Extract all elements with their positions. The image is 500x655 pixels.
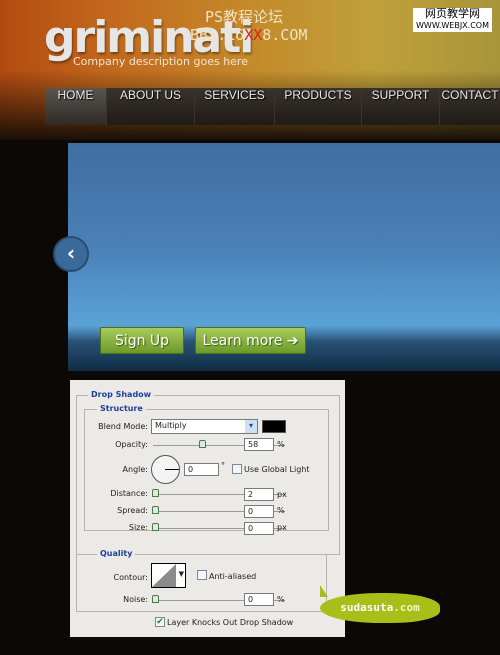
angle-label: Angle: xyxy=(122,465,148,474)
sticker-domain: .com xyxy=(393,601,420,614)
nav-services[interactable]: SERVICES xyxy=(195,88,275,125)
contour-label: Contour: xyxy=(113,573,149,582)
dialog-title: Drop Shadow xyxy=(88,390,155,399)
size-label: Size: xyxy=(128,523,148,532)
angle-dial[interactable] xyxy=(151,455,180,484)
drop-shadow-dialog: Drop Shadow Structure Blend Mode: Multip… xyxy=(70,380,345,637)
blend-mode-value: Multiply xyxy=(155,421,187,430)
structure-heading: Structure xyxy=(97,404,146,413)
angle-unit: ° xyxy=(221,461,225,470)
watermark-url: BBS.16XX8.COM xyxy=(190,26,307,44)
noise-label: Noise: xyxy=(123,595,148,604)
knockout-checkbox[interactable]: ✔ xyxy=(155,617,165,627)
arrow-right-icon: ➔ xyxy=(286,333,299,349)
blend-mode-label: Blend Mode: xyxy=(98,422,148,431)
spread-slider-handle[interactable] xyxy=(152,506,159,514)
nav-about-us[interactable]: ABOUT US xyxy=(107,88,195,125)
watermark-right-title: 网页教学网 xyxy=(425,7,480,20)
nav-products[interactable]: PRODUCTS xyxy=(275,88,362,125)
learn-more-button[interactable]: Learn more ➔ xyxy=(195,327,306,354)
nav-contact[interactable]: CONTACT xyxy=(440,88,500,125)
distance-slider-handle[interactable] xyxy=(152,489,159,497)
watermark-right-url: WWW.WEBJX.COM xyxy=(416,21,489,30)
distance-label: Distance: xyxy=(110,489,148,498)
distance-unit: px xyxy=(277,490,287,499)
quality-heading: Quality xyxy=(97,549,136,558)
angle-input[interactable]: 0 xyxy=(184,463,219,476)
spread-label: Spread: xyxy=(117,506,148,515)
watermark: PS教程论坛 xyxy=(205,8,284,26)
noise-unit: % xyxy=(277,595,285,604)
size-slider-handle[interactable] xyxy=(152,523,159,531)
sudasuta-logo: sudasuta.com xyxy=(320,585,440,623)
watermark-part: XX xyxy=(244,26,263,44)
contour-picker[interactable]: ▼ xyxy=(151,563,186,588)
contour-preview-icon xyxy=(152,564,176,587)
size-input[interactable]: 0 xyxy=(244,522,274,535)
opacity-input[interactable]: 58 xyxy=(244,438,274,451)
distance-input[interactable]: 2 xyxy=(244,488,274,501)
knockout-label: Layer Knocks Out Drop Shadow xyxy=(167,618,294,627)
opacity-unit: % xyxy=(277,440,285,449)
chevron-down-icon: ▾ xyxy=(245,420,257,433)
use-global-light-label: Use Global Light xyxy=(244,465,310,474)
use-global-light-checkbox[interactable] xyxy=(232,464,242,474)
spread-unit: % xyxy=(277,506,285,515)
main-nav: HOME ABOUT US SERVICES PRODUCTS SUPPORT … xyxy=(45,88,500,125)
sticker-name: sudasuta xyxy=(340,601,394,614)
chevron-left-icon[interactable]: ‹ xyxy=(53,236,89,272)
caret-down-icon: ▼ xyxy=(178,570,184,578)
watermark-part: BBS.16 xyxy=(190,26,245,44)
noise-slider-handle[interactable] xyxy=(152,595,159,603)
watermark-part: 8.COM xyxy=(262,26,308,44)
size-unit: px xyxy=(277,523,287,532)
learn-more-label: Learn more xyxy=(202,333,283,349)
noise-input[interactable]: 0 xyxy=(244,593,274,606)
watermark-right: 网页教学网 WWW.WEBJX.COM xyxy=(413,8,492,32)
nav-home[interactable]: HOME xyxy=(45,88,107,125)
sign-up-button[interactable]: Sign Up xyxy=(100,327,184,354)
blend-mode-select[interactable]: Multiply ▾ xyxy=(151,419,258,434)
spread-input[interactable]: 0 xyxy=(244,505,274,518)
tagline: Company description goes here xyxy=(73,55,248,68)
anti-aliased-checkbox[interactable] xyxy=(197,570,207,580)
shadow-color-swatch[interactable] xyxy=(262,420,286,433)
opacity-label: Opacity: xyxy=(115,440,148,449)
nav-support[interactable]: SUPPORT xyxy=(362,88,440,125)
anti-aliased-label: Anti-aliased xyxy=(209,572,257,581)
opacity-slider-handle[interactable] xyxy=(199,440,206,448)
